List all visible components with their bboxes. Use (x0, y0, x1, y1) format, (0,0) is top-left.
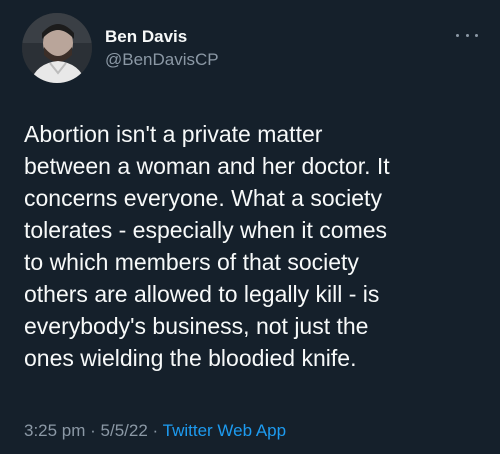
more-dot (475, 33, 478, 37)
tweet-date[interactable]: 5/5/22 (101, 421, 148, 440)
avatar[interactable] (22, 13, 92, 83)
more-dot (456, 33, 459, 37)
tweet-time[interactable]: 3:25 pm (24, 421, 85, 440)
tweet-text: Abortion isn't a private matter between … (24, 121, 390, 371)
author-names: Ben Davis @BenDavisCP (105, 26, 219, 71)
user-handle[interactable]: @BenDavisCP (105, 49, 219, 71)
more-dot (465, 33, 469, 37)
meta-separator: · (147, 421, 163, 440)
tweet-source-link[interactable]: Twitter Web App (163, 421, 286, 440)
display-name[interactable]: Ben Davis (105, 26, 219, 48)
tweet-header: Ben Davis @BenDavisCP (22, 13, 500, 83)
tweet-meta: 3:25 pm · 5/5/22 · Twitter Web App (24, 421, 286, 441)
more-horizontal-icon[interactable] (456, 27, 478, 43)
avatar-image (22, 13, 92, 83)
meta-separator: · (85, 421, 101, 440)
